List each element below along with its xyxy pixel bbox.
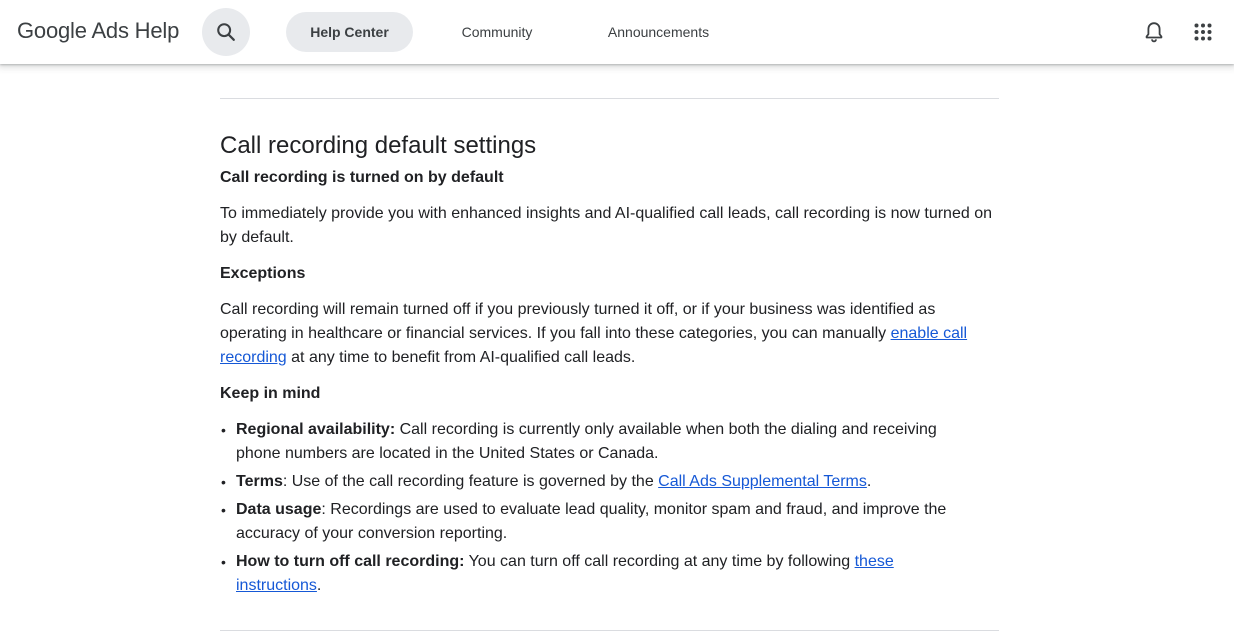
tab-community[interactable]: Community [436,12,558,52]
list-item: Terms: Use of the call recording feature… [220,470,980,494]
keep-in-mind-subheading: Keep in mind [220,385,321,402]
site-title[interactable]: Google Ads Help [17,18,179,44]
article-section-title: Call recording default settings [220,132,537,159]
tab-announcements[interactable]: Announcements [586,12,731,52]
call-ads-supplemental-terms-link[interactable]: Call Ads Supplemental Terms [658,473,867,490]
bullet-text: : Recordings are used to evaluate lead q… [236,501,947,542]
notifications-bell-icon [1145,22,1163,43]
list-item: Regional availability: Call recording is… [220,418,980,466]
section-divider [220,98,999,99]
search-button[interactable] [202,8,250,56]
section-divider-bottom [220,630,999,631]
search-icon [217,23,235,41]
apps-button[interactable] [1183,12,1223,52]
bullet-text-end: . [866,473,872,490]
tab-help-center[interactable]: Help Center [286,12,413,52]
exceptions-subheading: Exceptions [220,265,306,282]
list-item: How to turn off call recording: You can … [220,550,980,598]
default-subheading: Call recording is turned on by default [220,169,504,186]
default-paragraph: To immediately provide you with enhanced… [220,205,992,246]
bullet-text: You can turn off call recording at any t… [464,553,855,570]
top-app-bar: Google Ads Help Help Center Community An… [0,0,1234,64]
list-item: Data usage: Recordings are used to evalu… [220,498,980,546]
keep-in-mind-list: Regional availability: Call recording is… [220,418,980,602]
bullet-label: How to turn off call recording: [236,553,465,570]
bullet-text: : Use of the call recording feature is g… [282,473,659,490]
bullet-label: Regional availability: [236,421,396,438]
bullet-text-end: . [316,577,322,594]
bullet-label: Data usage [236,501,322,518]
exceptions-paragraph: Call recording will remain turned off if… [220,298,999,370]
notifications-button[interactable] [1134,12,1174,52]
apps-grid-icon [1194,23,1212,41]
exceptions-text: Call recording will remain turned off if… [220,301,936,342]
bullet-label: Terms [236,473,283,490]
exceptions-text-end: at any time to benefit from AI-qualified… [286,349,636,366]
